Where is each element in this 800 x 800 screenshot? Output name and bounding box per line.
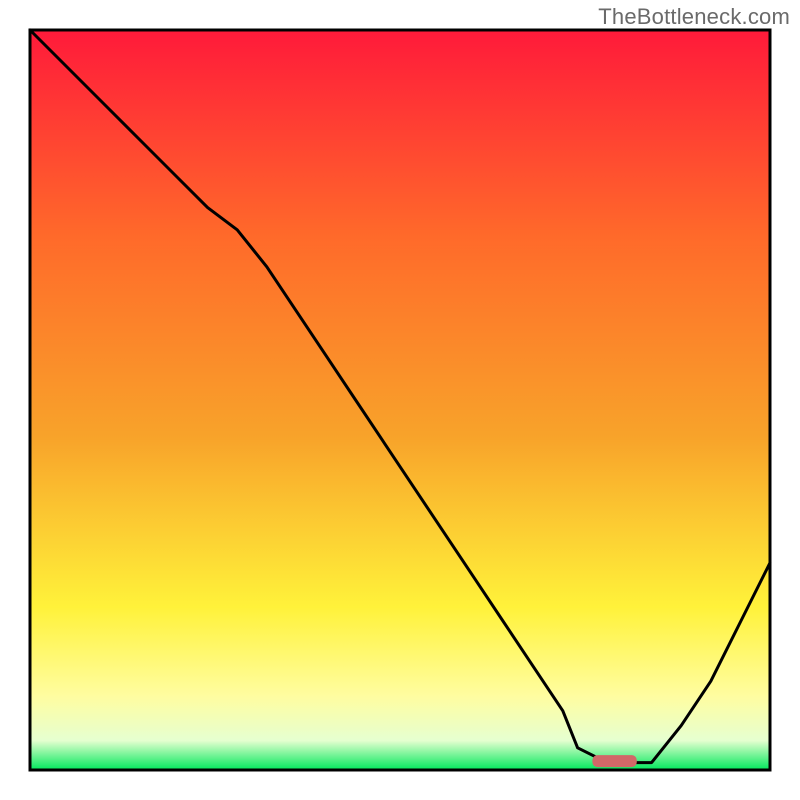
chart-container: TheBottleneck.com — [0, 0, 800, 800]
watermark-text: TheBottleneck.com — [598, 4, 790, 30]
optimal-marker — [592, 755, 636, 767]
chart-svg — [0, 0, 800, 800]
